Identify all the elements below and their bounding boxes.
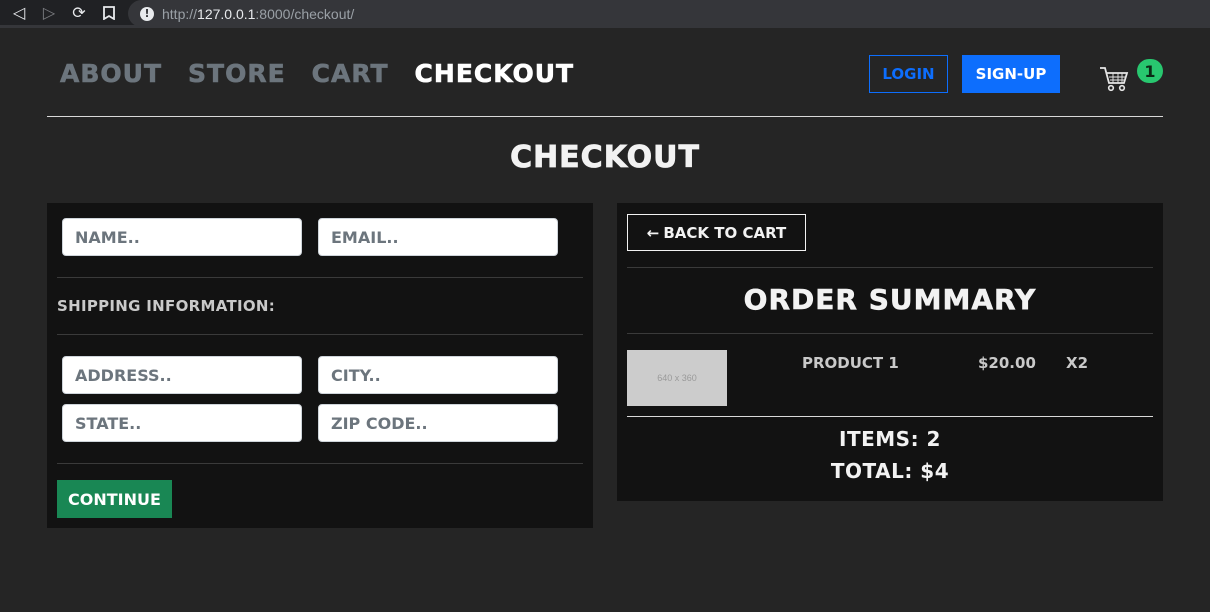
url-scheme: http:// <box>162 5 198 22</box>
login-button[interactable]: LOGIN <box>869 55 948 93</box>
cart-count-badge: 1 <box>1137 59 1163 83</box>
product-quantity: X2 <box>1066 354 1089 372</box>
page-title: CHECKOUT <box>510 140 700 176</box>
divider <box>627 267 1153 268</box>
address-bar[interactable]: ! http://127.0.0.1:8000/checkout/ <box>128 0 1210 27</box>
order-summary-title: ORDER SUMMARY <box>743 283 1037 317</box>
continue-button[interactable]: CONTINUE <box>57 480 172 518</box>
url-path: :8000/checkout/ <box>255 5 355 22</box>
divider <box>57 277 583 278</box>
site-navbar: ABOUT STORE CART CHECKOUT LOGIN SIGN-UP … <box>47 31 1163 117</box>
back-to-cart-label: BACK TO CART <box>663 223 787 242</box>
nav-link-cart[interactable]: CART <box>311 59 389 89</box>
items-count: ITEMS: 2 <box>839 427 941 451</box>
order-summary-panel: ← BACK TO CART ORDER SUMMARY 640 x 360 P… <box>617 203 1163 501</box>
city-input[interactable] <box>318 356 558 394</box>
forward-icon[interactable]: ▷ <box>38 2 60 24</box>
divider <box>57 334 583 335</box>
state-input[interactable] <box>62 404 302 442</box>
shipping-info-label: SHIPPING INFORMATION: <box>57 297 276 315</box>
order-total: TOTAL: $4 <box>830 459 950 483</box>
bookmark-icon[interactable] <box>98 2 120 24</box>
url-host: 127.0.0.1 <box>197 5 256 22</box>
back-to-cart-button[interactable]: ← BACK TO CART <box>627 214 806 251</box>
divider <box>57 463 583 464</box>
nav-links: ABOUT STORE CART CHECKOUT <box>60 59 575 89</box>
product-name: PRODUCT 1 <box>802 354 899 372</box>
signup-button[interactable]: SIGN-UP <box>962 55 1060 93</box>
email-input[interactable] <box>318 218 558 256</box>
zip-code-input[interactable] <box>318 404 558 442</box>
nav-link-store[interactable]: STORE <box>188 59 286 89</box>
product-image-placeholder: 640 x 360 <box>627 350 727 406</box>
nav-link-checkout[interactable]: CHECKOUT <box>414 59 575 89</box>
browser-toolbar: ◁ ▷ ⟳ ! http://127.0.0.1:8000/checkout/ <box>0 0 1210 28</box>
back-icon[interactable]: ◁ <box>8 2 30 24</box>
name-input[interactable] <box>62 218 302 256</box>
checkout-form-panel: SHIPPING INFORMATION: CONTINUE <box>47 203 593 528</box>
nav-link-about[interactable]: ABOUT <box>60 59 162 89</box>
divider <box>627 333 1153 334</box>
arrow-left-icon: ← <box>646 223 660 242</box>
cart-icon[interactable] <box>1099 65 1129 93</box>
address-input[interactable] <box>62 356 302 394</box>
reload-icon[interactable]: ⟳ <box>68 2 90 24</box>
info-icon[interactable]: ! <box>140 6 154 21</box>
product-price: $20.00 <box>978 354 1036 372</box>
divider <box>627 416 1153 417</box>
